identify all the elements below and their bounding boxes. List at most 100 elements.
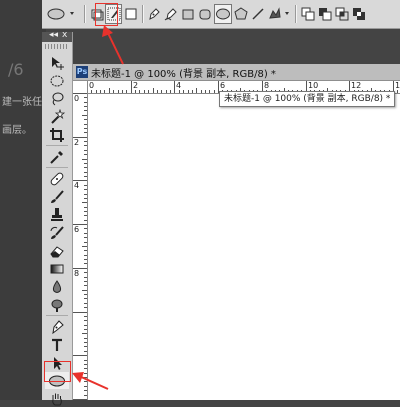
ruler-tick: [82, 202, 87, 203]
ruler-tick: [109, 88, 110, 93]
background-step-number: /6: [8, 60, 24, 79]
polygon-shape-option[interactable]: [233, 4, 249, 24]
line-shape-option[interactable]: [250, 4, 266, 24]
ruler-tick: [84, 307, 87, 308]
fill-pixels-icon: [125, 8, 136, 20]
subtract-shape-area-button[interactable]: [317, 4, 333, 24]
ruler-label: 0: [89, 81, 95, 90]
document-tab[interactable]: Ps 未标题-1 @ 100% (背景 副本, RGB/8) *: [73, 64, 400, 81]
ruler-label: 4: [176, 81, 182, 90]
ruler-tick: [82, 159, 87, 160]
type-tool[interactable]: [45, 336, 69, 353]
ruler-tick: [84, 351, 87, 352]
ruler-tick: [126, 90, 127, 93]
ruler-tick: [84, 395, 87, 396]
ruler-tick: [82, 115, 87, 116]
ruler-tick: [84, 119, 87, 120]
separator: [46, 315, 68, 316]
rectangle-icon: [182, 9, 194, 20]
add-area-icon: [301, 7, 315, 21]
canvas[interactable]: [88, 94, 400, 400]
ruler-tick: [84, 338, 87, 339]
custom-shape-option[interactable]: [267, 4, 291, 24]
ruler-tick: [84, 215, 87, 216]
ruler-tick: [192, 90, 193, 93]
ruler-tick: [161, 90, 162, 93]
move-tool[interactable]: [45, 54, 69, 71]
ellipse-shape-option[interactable]: [214, 4, 232, 24]
pen-tool[interactable]: [45, 318, 69, 335]
ruler-tick: [84, 185, 87, 186]
ruler-label: 2: [74, 138, 80, 147]
hand-tool[interactable]: [45, 390, 69, 407]
lasso-tool[interactable]: [45, 90, 69, 107]
tool-preset-picker[interactable]: [46, 4, 76, 24]
rounded-rectangle-option[interactable]: [197, 4, 213, 24]
ruler-tick: [84, 325, 87, 326]
add-to-shape-area-button[interactable]: [300, 4, 316, 24]
ruler-tick: [84, 220, 87, 221]
gradient-tool[interactable]: [45, 260, 69, 277]
pen-tool-option[interactable]: [146, 4, 162, 24]
ruler-tick: [84, 233, 87, 234]
intersect-shape-areas-button[interactable]: [334, 4, 350, 24]
toolbox-grip[interactable]: [45, 44, 69, 49]
fill-pixels-button[interactable]: [123, 4, 138, 24]
ruler-tick: [84, 132, 87, 133]
brush-tool[interactable]: [45, 188, 69, 205]
ruler-tick: [135, 90, 136, 93]
freeform-pen-option[interactable]: [163, 4, 179, 24]
ruler-tick: [214, 90, 215, 93]
elliptical-marquee-tool[interactable]: [45, 72, 69, 89]
elliptical-marquee-icon: [50, 75, 64, 86]
line-icon: [252, 8, 264, 20]
dodge-icon: [51, 299, 63, 312]
ruler-tick: [84, 154, 87, 155]
ruler-tick: [84, 285, 87, 286]
ruler-label: 10: [308, 81, 319, 90]
pen-icon: [149, 8, 160, 20]
ruler-tick: [84, 386, 87, 387]
ruler-tick: [84, 150, 87, 151]
blur-tool[interactable]: [45, 278, 69, 295]
ruler-tick: [131, 81, 132, 93]
ruler-label: 2: [133, 81, 139, 90]
eyedropper-tool[interactable]: [45, 148, 69, 165]
lasso-icon: [52, 92, 64, 105]
exclude-overlapping-areas-button[interactable]: [351, 4, 367, 24]
ruler-tick: [170, 90, 171, 93]
arrow-icon: [102, 25, 124, 65]
history-brush-icon: [50, 225, 64, 239]
collapse-toolbox-button[interactable]: ◂◂: [49, 30, 58, 40]
ruler-tick: [84, 141, 87, 142]
ruler-tick: [84, 110, 87, 111]
gradient-icon: [50, 264, 64, 273]
subtract-area-icon: [319, 8, 332, 21]
dodge-tool[interactable]: [45, 296, 69, 313]
document-window: Ps 未标题-1 @ 100% (背景 副本, RGB/8) * 0 2 4 6 8 10…: [73, 64, 400, 400]
vertical-ruler[interactable]: 0 2 4 6 8: [73, 81, 88, 400]
close-toolbox-button[interactable]: x: [62, 30, 67, 40]
ruler-tick: [91, 90, 92, 93]
ruler-tick: [84, 342, 87, 343]
healing-brush-tool[interactable]: [45, 170, 69, 187]
history-brush-tool[interactable]: [45, 224, 69, 241]
document-title: 未标题-1 @ 100% (背景 副本, RGB/8) *: [91, 69, 276, 80]
ruler-label: 8: [264, 81, 270, 90]
ruler-tick: [82, 246, 87, 247]
rectangle-shape-option[interactable]: [180, 4, 196, 24]
clone-stamp-tool[interactable]: [45, 206, 69, 223]
ruler-tick: [188, 90, 189, 93]
ruler-tick: [84, 189, 87, 190]
magic-wand-tool[interactable]: [45, 108, 69, 125]
ruler-tick: [84, 176, 87, 177]
ruler-tick: [84, 255, 87, 256]
crop-tool[interactable]: [45, 126, 69, 143]
ruler-tick: [84, 281, 87, 282]
ruler-tick: [104, 90, 105, 93]
ruler-tick: [84, 381, 87, 382]
eraser-tool[interactable]: [45, 242, 69, 259]
ruler-tick: [118, 90, 119, 93]
ruler-label: 6: [74, 225, 80, 234]
ruler-tick: [84, 360, 87, 361]
